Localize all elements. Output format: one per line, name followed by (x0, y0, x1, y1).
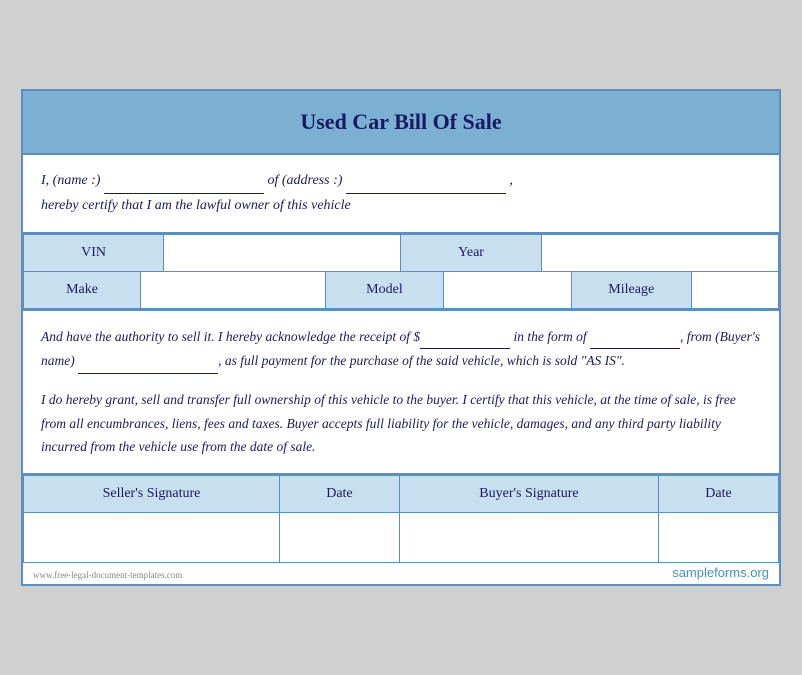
name-field[interactable] (104, 169, 264, 194)
mileage-value[interactable] (691, 272, 778, 309)
body-text-2: I do hereby grant, sell and transfer ful… (41, 388, 761, 459)
model-label2: Model (325, 272, 443, 309)
watermark-text: www.free-legal-document-templates.com (33, 570, 182, 580)
intro-section: I, (name :) of (address :) , hereby cert… (23, 155, 779, 234)
body-p2: I do hereby grant, sell and transfer ful… (41, 392, 736, 454)
document-title: Used Car Bill Of Sale (300, 109, 501, 134)
intro-line1-end: , (509, 173, 513, 188)
buyer-signature-value[interactable] (399, 512, 658, 562)
vehicle-table-row2: Make Model Mileage (23, 272, 779, 309)
vin-label: VIN (24, 234, 164, 271)
intro-line1-mid: of (address :) (267, 173, 345, 188)
vin-value[interactable] (164, 234, 401, 271)
vehicle-table: VIN Year Make Model (23, 234, 779, 272)
seller-signature-value[interactable] (24, 512, 280, 562)
seller-signature-label: Seller's Signature (24, 475, 280, 512)
footer: www.free-legal-document-templates.com sa… (23, 563, 779, 584)
year-label: Year (401, 234, 541, 271)
seller-date-value[interactable] (279, 512, 399, 562)
form-of-field[interactable] (590, 325, 680, 350)
buyer-date-label: Date (659, 475, 779, 512)
signature-value-row (24, 512, 779, 562)
buyer-date-value[interactable] (659, 512, 779, 562)
intro-line1-pre: I, (name :) (41, 173, 104, 188)
body-p1-end: , as full payment for the purchase of th… (218, 353, 625, 368)
vin-year-row: VIN Year (24, 234, 779, 271)
vehicle-info-section: VIN Year Make Model Make Model Mile (23, 234, 779, 311)
address-field[interactable] (346, 169, 506, 194)
intro-text: I, (name :) of (address :) , hereby cert… (41, 169, 761, 218)
title-bar: Used Car Bill Of Sale (23, 91, 779, 155)
body-p1-mid: in the form of (510, 329, 590, 344)
document-container: Used Car Bill Of Sale I, (name :) of (ad… (21, 89, 781, 586)
year-value[interactable] (541, 234, 778, 271)
signature-table: Seller's Signature Date Buyer's Signatur… (23, 475, 779, 563)
signature-section: Seller's Signature Date Buyer's Signatur… (23, 475, 779, 563)
buyer-name-field[interactable] (78, 349, 218, 374)
make-model-mileage-row2: Make Model Mileage (24, 272, 779, 309)
body-text-1: And have the authority to sell it. I her… (41, 325, 761, 374)
make-value2[interactable] (141, 272, 326, 309)
mileage-label: Mileage (571, 272, 691, 309)
amount-field[interactable] (420, 325, 510, 350)
intro-line2: hereby certify that I am the lawful owne… (41, 198, 351, 213)
model-value2[interactable] (443, 272, 571, 309)
body-section: And have the authority to sell it. I her… (23, 311, 779, 475)
make-label2: Make (24, 272, 141, 309)
seller-date-label: Date (279, 475, 399, 512)
sampleforms-brand: sampleforms.org (672, 565, 769, 580)
body-p1-pre: And have the authority to sell it. I her… (41, 329, 420, 344)
signature-label-row: Seller's Signature Date Buyer's Signatur… (24, 475, 779, 512)
buyer-signature-label: Buyer's Signature (399, 475, 658, 512)
